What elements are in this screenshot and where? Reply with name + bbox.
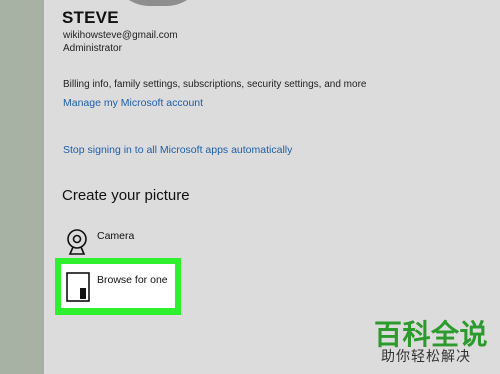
- create-picture-title: Create your picture: [62, 187, 190, 204]
- account-email: wikihowsteve@gmail.com: [63, 30, 178, 41]
- folder-icon: [66, 272, 90, 302]
- camera-label: Camera: [97, 230, 135, 242]
- manage-account-link[interactable]: Manage my Microsoft account: [63, 97, 203, 109]
- camera-icon: [67, 229, 87, 255]
- background-edge: [0, 0, 44, 374]
- account-name: STEVE: [62, 8, 119, 27]
- browse-for-one-option[interactable]: Browse for one: [61, 264, 175, 308]
- stop-signin-link[interactable]: Stop signing in to all Microsoft apps au…: [63, 144, 292, 156]
- account-role: Administrator: [63, 43, 122, 54]
- browse-label: Browse for one: [97, 274, 168, 286]
- watermark-subtitle: 助你轻松解决: [381, 348, 471, 364]
- watermark: 百科全说 助你轻松解决: [368, 310, 500, 374]
- billing-info-text: Billing info, family settings, subscript…: [63, 79, 367, 90]
- camera-option[interactable]: Camera: [62, 226, 172, 256]
